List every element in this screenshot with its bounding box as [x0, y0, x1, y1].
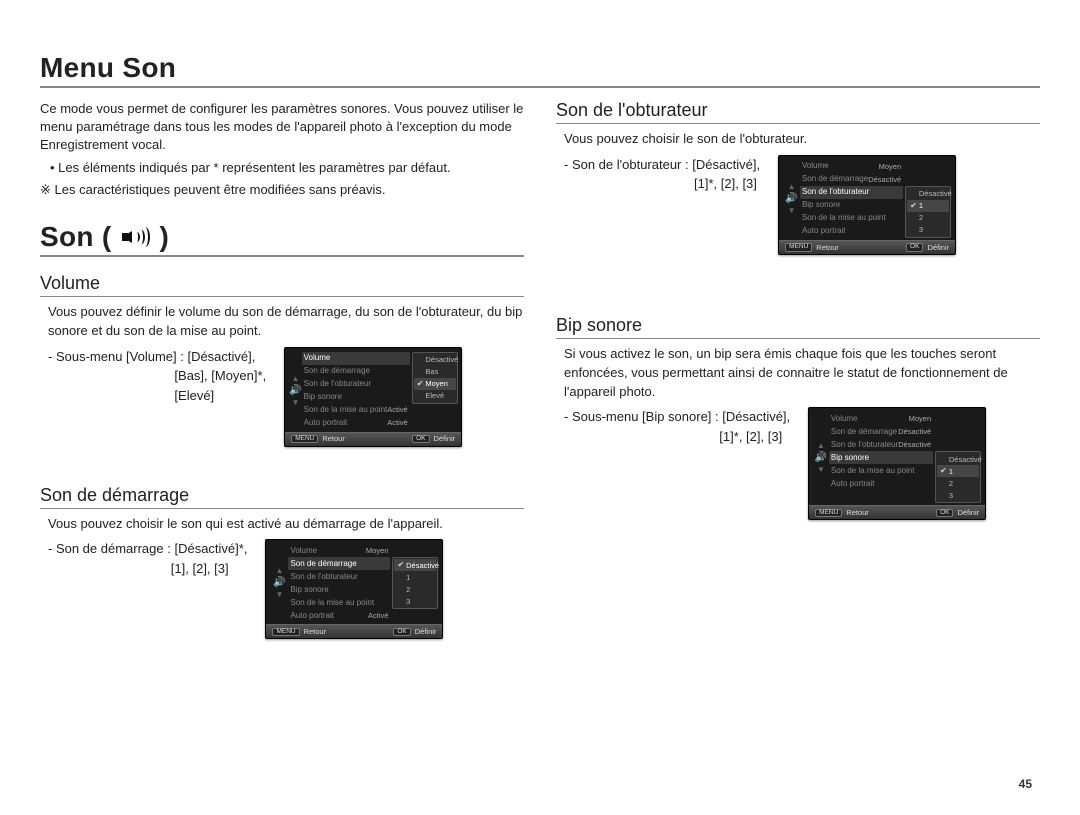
page-number: 45: [1019, 777, 1032, 791]
lcd-set-label: Définir: [957, 509, 979, 517]
ok-button-icon: OK: [412, 435, 429, 444]
menu-button-icon: MENU: [815, 509, 842, 518]
lcd-row-startup: Son de démarrage: [302, 365, 410, 378]
menu-button-icon: MENU: [785, 243, 812, 252]
lcd-row-volume: Volume: [302, 352, 410, 365]
lcd-option: ✔Désactivé: [937, 453, 979, 465]
lcd-row-shutter: Son de l'obturateur: [302, 378, 410, 391]
lcd-startup: ▲🔊▼VolumeMoyenSon de démarrageSon de l'o…: [265, 539, 443, 639]
ok-button-icon: OK: [393, 628, 410, 637]
lcd-row-beep: Bip sonore: [800, 199, 903, 212]
right-column: Son de l'obturateur Vous pouvez choisir …: [556, 100, 1040, 639]
volume-submenu-text: - Sous-menu [Volume] : [Désactivé], [Bas…: [48, 347, 266, 406]
bullet-dot: •: [50, 160, 58, 175]
heading-menu-son: Menu Son: [40, 52, 1040, 88]
lcd-option: ✔3: [907, 224, 949, 236]
section-title-shutter: Son de l'obturateur: [556, 100, 1040, 124]
lcd-back-label: Retour: [816, 244, 839, 252]
section-title-volume: Volume: [40, 273, 524, 297]
lcd-row-shutter: Son de l'obturateur: [800, 186, 903, 199]
lcd-back-label: Retour: [846, 509, 869, 517]
lcd-row-beep: Bip sonore: [302, 391, 410, 404]
lcd-row-self: Auto portraitActivé: [288, 609, 390, 622]
lcd-footer: MENU Retour OK Définir: [285, 432, 461, 446]
lcd-footer: MENU Retour OK Définir: [266, 624, 442, 638]
lcd-row-af: Son de la mise au point: [829, 464, 933, 477]
lcd-option: ✔Bas: [414, 366, 456, 378]
section-title-beep: Bip sonore: [556, 315, 1040, 339]
lcd-footer: MENU Retour OK Définir: [779, 240, 955, 254]
menu-button-icon: MENU: [272, 628, 299, 637]
section-title-startup: Son de démarrage: [40, 485, 524, 509]
section-desc-shutter: Vous pouvez choisir le son de l'obturate…: [564, 130, 1040, 149]
lcd-option: ✔1: [937, 465, 979, 477]
startup-submenu-text: - Son de démarrage : [Désactivé]*, [1], …: [48, 539, 247, 578]
section-desc-volume: Vous pouvez définir le volume du son de …: [48, 303, 524, 341]
lcd-row-startup: Son de démarrageDésactivé: [800, 173, 903, 186]
lcd-row-af: Son de la mise au point: [288, 596, 390, 609]
intro-notice: ※ Les caractéristiques peuvent être modi…: [40, 181, 524, 199]
speaker-icon: 🔊: [815, 453, 827, 463]
left-column: Ce mode vous permet de configurer les pa…: [40, 100, 524, 639]
lcd-row-af: Son de la mise au pointActivé: [302, 404, 410, 417]
lcd-row-af: Son de la mise au point: [800, 212, 903, 225]
lcd-shutter: ▲🔊▼VolumeMoyenSon de démarrageDésactivéS…: [778, 155, 956, 255]
startup-row: - Son de démarrage : [Désactivé]*, [1], …: [48, 539, 524, 639]
intro-bullet: • Les éléments indiqués par * représente…: [50, 159, 524, 177]
lcd-option: ✔Désactivé: [394, 559, 436, 571]
lcd-row-beep: Bip sonore: [288, 583, 390, 596]
lcd-set-label: Définir: [415, 628, 437, 636]
lcd-option: ✔Désactivé: [414, 354, 456, 366]
ok-button-icon: OK: [936, 509, 953, 518]
ok-button-icon: OK: [906, 243, 923, 252]
lcd-set-label: Définir: [927, 244, 949, 252]
lcd-row-self: Auto portraitActivé: [302, 417, 410, 430]
lcd-option: ✔2: [394, 583, 436, 595]
lcd-row-shutter: Son de l'obturateur: [288, 570, 390, 583]
lcd-volume: ▲🔊▼VolumeSon de démarrageSon de l'obtura…: [284, 347, 462, 447]
lcd-option: ✔Désactivé: [907, 188, 949, 200]
lcd-option: ✔3: [937, 489, 979, 501]
lcd-option: ✔1: [394, 571, 436, 583]
speaker-icon: 🔊: [273, 578, 285, 588]
speaker-icon: [122, 226, 150, 248]
speaker-icon: 🔊: [289, 386, 301, 396]
speaker-icon: 🔊: [785, 194, 797, 204]
shutter-submenu-text: - Son de l'obturateur : [Désactivé], [1]…: [564, 155, 760, 194]
lcd-row-self: Auto portrait: [829, 477, 933, 490]
beep-submenu-text: - Sous-menu [Bip sonore] : [Désactivé], …: [564, 407, 790, 446]
volume-row: - Sous-menu [Volume] : [Désactivé], [Bas…: [48, 347, 524, 447]
lcd-option: ✔2: [937, 477, 979, 489]
beep-row: - Sous-menu [Bip sonore] : [Désactivé], …: [564, 407, 1040, 520]
intro-text: Ce mode vous permet de configurer les pa…: [40, 100, 524, 155]
lcd-row-startup: Son de démarrage: [288, 557, 390, 570]
lcd-option: ✔1: [907, 200, 949, 212]
lcd-row-self: Auto portrait: [800, 225, 903, 238]
lcd-set-label: Définir: [434, 435, 456, 443]
lcd-option: ✔Elevé: [414, 390, 456, 402]
lcd-row-volume: VolumeMoyen: [288, 544, 390, 557]
heading-son: Son ( ): [40, 221, 524, 257]
lcd-row-startup: Son de démarrageDésactivé: [829, 425, 933, 438]
lcd-row-volume: VolumeMoyen: [829, 412, 933, 425]
lcd-back-label: Retour: [322, 435, 345, 443]
lcd-row-beep: Bip sonore: [829, 451, 933, 464]
lcd-row-volume: VolumeMoyen: [800, 160, 903, 173]
section-desc-startup: Vous pouvez choisir le son qui est activ…: [48, 515, 524, 534]
manual-page: Menu Son Ce mode vous permet de configur…: [0, 0, 1080, 815]
lcd-option: ✔3: [394, 595, 436, 607]
lcd-beep: ▲🔊▼VolumeMoyenSon de démarrageDésactivéS…: [808, 407, 986, 520]
lcd-footer: MENU Retour OK Définir: [809, 505, 985, 519]
lcd-option: ✔2: [907, 212, 949, 224]
lcd-option: ✔Moyen: [414, 378, 456, 390]
section-desc-beep: Si vous activez le son, un bip sera émis…: [564, 345, 1040, 402]
menu-button-icon: MENU: [291, 435, 318, 444]
lcd-row-shutter: Son de l'obturateurDésactivé: [829, 438, 933, 451]
lcd-back-label: Retour: [304, 628, 327, 636]
shutter-row: - Son de l'obturateur : [Désactivé], [1]…: [564, 155, 1040, 255]
